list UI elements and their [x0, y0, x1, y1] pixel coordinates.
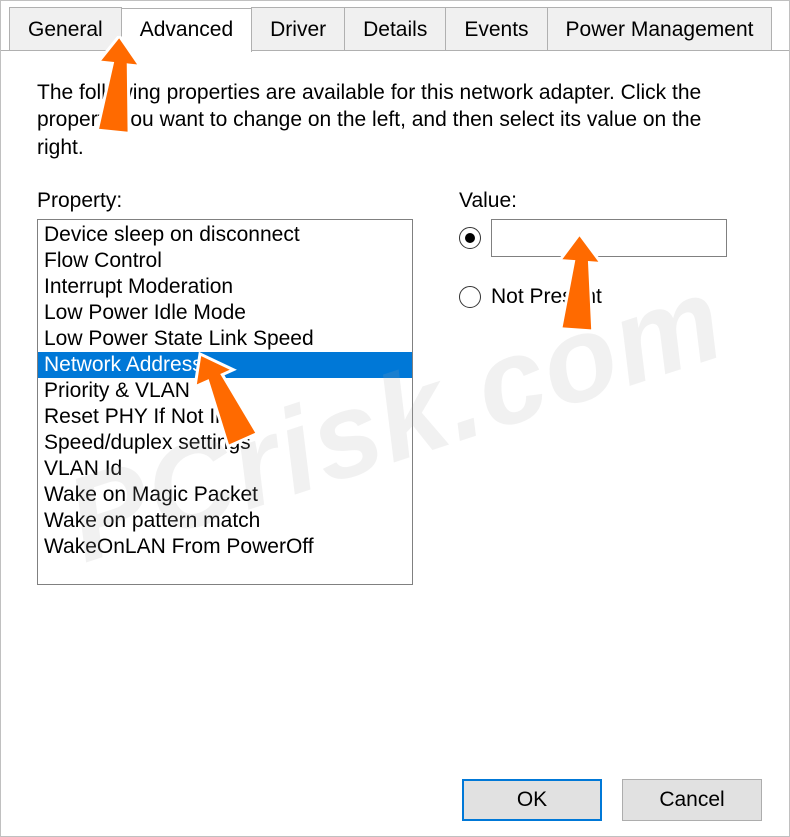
- tab-power-management[interactable]: Power Management: [547, 7, 773, 50]
- list-item[interactable]: Wake on pattern match: [38, 508, 412, 534]
- value-label: Value:: [459, 189, 753, 213]
- list-item[interactable]: Speed/duplex settings: [38, 430, 412, 456]
- list-item[interactable]: Flow Control: [38, 248, 412, 274]
- tab-driver[interactable]: Driver: [251, 7, 345, 50]
- list-item[interactable]: Priority & VLAN: [38, 378, 412, 404]
- list-item[interactable]: Device sleep on disconnect: [38, 222, 412, 248]
- cancel-button[interactable]: Cancel: [622, 779, 762, 821]
- tab-events[interactable]: Events: [445, 7, 547, 50]
- list-item[interactable]: Wake on Magic Packet: [38, 482, 412, 508]
- tab-advanced[interactable]: Advanced: [121, 8, 252, 52]
- property-listbox[interactable]: Device sleep on disconnect Flow Control …: [37, 219, 413, 585]
- tab-strip: General Advanced Driver Details Events P…: [1, 1, 789, 51]
- button-bar: OK Cancel: [462, 779, 762, 821]
- property-label: Property:: [37, 189, 413, 213]
- tab-content: The following properties are available f…: [1, 51, 789, 605]
- properties-dialog: General Advanced Driver Details Events P…: [0, 0, 790, 837]
- not-present-label: Not Present: [491, 285, 602, 309]
- list-item[interactable]: Low Power Idle Mode: [38, 300, 412, 326]
- radio-not-present[interactable]: [459, 286, 481, 308]
- ok-button[interactable]: OK: [462, 779, 602, 821]
- tab-general[interactable]: General: [9, 7, 122, 50]
- description-text: The following properties are available f…: [37, 79, 753, 161]
- list-item[interactable]: VLAN Id: [38, 456, 412, 482]
- list-item[interactable]: Interrupt Moderation: [38, 274, 412, 300]
- list-item[interactable]: WakeOnLAN From PowerOff: [38, 534, 412, 560]
- value-input[interactable]: [491, 219, 727, 257]
- radio-value[interactable]: [459, 227, 481, 249]
- list-item-selected[interactable]: Network Address: [38, 352, 412, 378]
- list-item[interactable]: Reset PHY If Not In: [38, 404, 412, 430]
- tab-details[interactable]: Details: [344, 7, 446, 50]
- list-item[interactable]: Low Power State Link Speed: [38, 326, 412, 352]
